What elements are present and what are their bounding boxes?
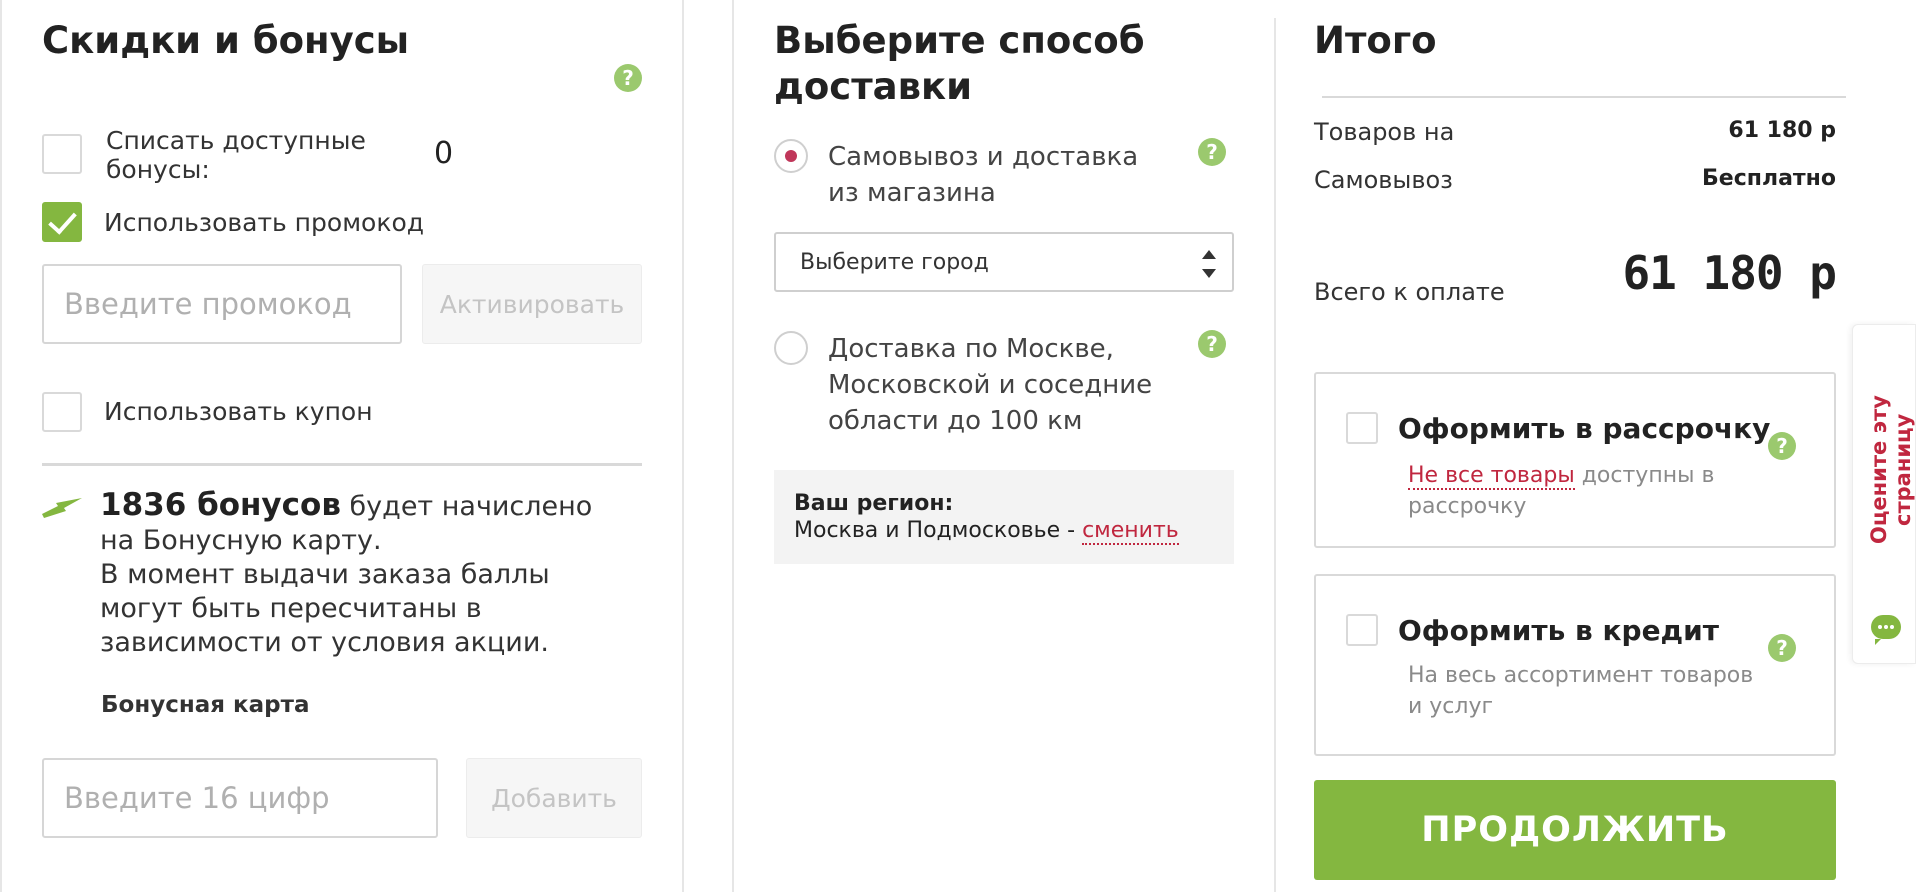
divider [0,0,2,892]
help-icon[interactable]: ? [1198,330,1226,358]
credit-checkbox[interactable] [1346,614,1378,646]
region-label: Ваш регион: [794,491,954,516]
lightning-icon [42,498,82,518]
bonus-text2: В момент выдачи заказа баллы могут быть … [100,559,550,658]
promo-input[interactable]: Введите промокод [42,264,402,344]
change-region-link[interactable]: сменить [1082,518,1179,545]
credit-card[interactable]: Оформить в кредит ? На весь ассортимент … [1314,574,1836,756]
credit-desc: На весь ассортимент товаров и услуг [1408,663,1754,719]
use-promo-label: Использовать промокод [104,208,425,237]
goods-label: Товаров на [1314,118,1455,146]
feedback-label: Оцените эту страницу [1867,395,1915,545]
installment-desc: Не все товары доступны в рассрочку [1408,460,1728,522]
delivery-title: Выберите способ доставки [774,19,1145,108]
use-promo-checkbox[interactable] [42,202,82,242]
city-select-value: Выберите город [800,249,989,275]
checkout-page: Скидки и бонусы ? Списать доступные бону… [0,0,1916,892]
bonus-card-label: Бонусная карта [101,692,310,718]
add-card-button[interactable]: Добавить [466,758,642,838]
total-label: Всего к оплате [1314,278,1505,306]
bonuses-available-value: 0 [434,136,454,171]
updown-arrows-icon [1202,250,1216,278]
activate-button[interactable]: Активировать [422,264,642,344]
pickup-row: Самовывоз Бесплатно [1314,166,1836,194]
help-icon[interactable]: ? [614,64,642,92]
moscow-delivery-radio[interactable] [774,331,808,365]
bonus-info: 1836 бонусов будет начислено на Бонусную… [100,488,600,660]
installment-title: Оформить в рассрочку [1398,412,1771,445]
pickup-label: Самовывоз [1314,166,1453,194]
continue-button[interactable]: ПРОДОЛЖИТЬ [1314,780,1836,880]
help-icon[interactable]: ? [1768,634,1796,662]
chat-icon [1871,615,1901,645]
divider [1274,18,1276,892]
use-bonuses-checkbox[interactable] [42,134,82,174]
region-box: Ваш регион: Москва и Подмосковье - смени… [774,470,1234,564]
help-icon[interactable]: ? [1198,138,1226,166]
separator [42,463,642,466]
pickup-option-label: Самовывоз и доставка из магазина [828,142,1139,208]
installment-checkbox[interactable] [1346,412,1378,444]
use-bonuses-label: Списать доступные бонусы: [106,126,366,184]
goods-row: Товаров на 61 180 р [1314,118,1836,146]
separator [1322,96,1846,98]
bonus-amount: 1836 бонусов [100,487,341,523]
credit-title: Оформить в кредит [1398,614,1720,647]
feedback-tab[interactable]: Оцените эту страницу [1852,324,1916,664]
use-coupon-checkbox[interactable] [42,392,82,432]
not-all-goods-link[interactable]: Не все товары [1408,463,1575,490]
discounts-title: Скидки и бонусы [42,19,410,62]
region-value: Москва и Подмосковье - [794,518,1083,543]
use-coupon-label: Использовать купон [104,397,373,426]
divider [732,0,734,892]
bonus-card-input[interactable]: Введите 16 цифр [42,758,438,838]
total-value: 61 180 р [1622,246,1837,300]
city-select[interactable]: Выберите город [774,232,1234,292]
help-icon[interactable]: ? [1768,432,1796,460]
summary-title: Итого [1314,19,1437,62]
divider [682,0,684,892]
pickup-radio[interactable] [774,139,808,173]
pickup-value: Бесплатно [1702,166,1836,191]
moscow-delivery-label: Доставка по Москве, Московской и соседни… [828,334,1153,436]
installment-card[interactable]: Оформить в рассрочку ? Не все товары дос… [1314,372,1836,548]
goods-value: 61 180 р [1728,118,1836,143]
